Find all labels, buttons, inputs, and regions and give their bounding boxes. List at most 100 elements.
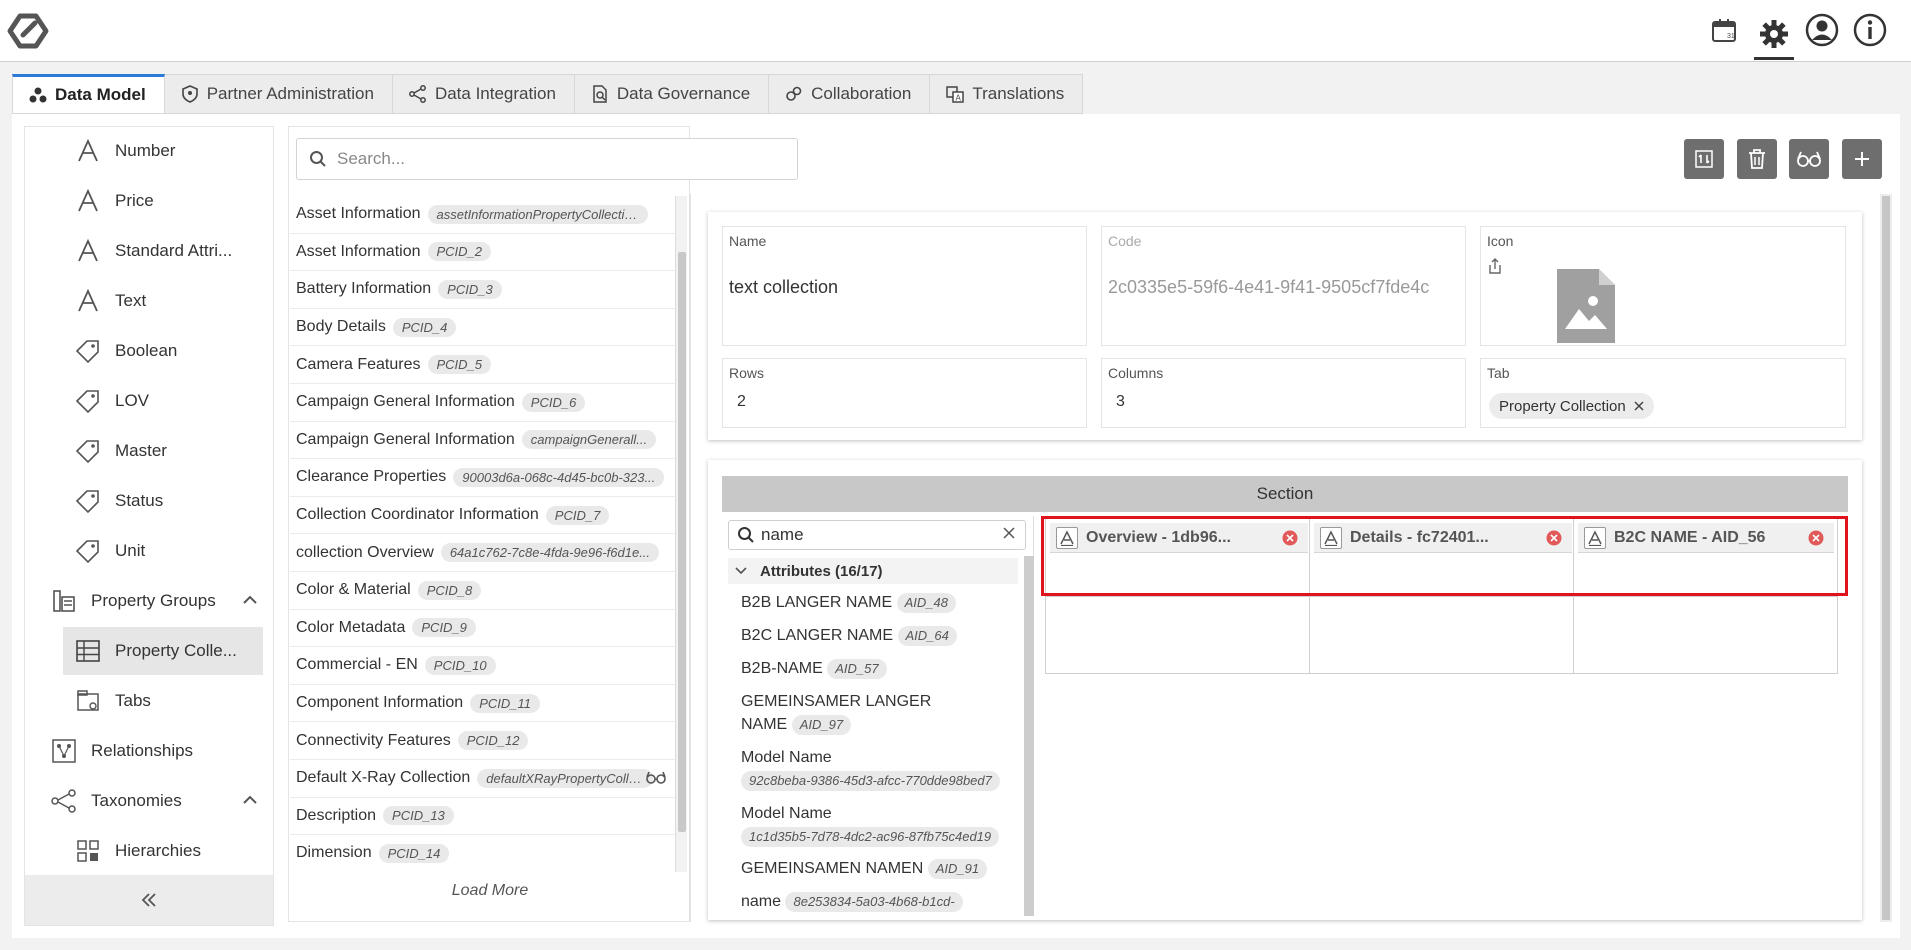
refresh-button[interactable] xyxy=(1684,139,1724,179)
list-item[interactable]: Asset Information PCID_2 xyxy=(290,234,675,272)
list-item[interactable]: Component Information PCID_11 xyxy=(290,685,675,723)
sidebar-item-status[interactable]: Status xyxy=(25,477,273,525)
tab-data-governance[interactable]: Data Governance xyxy=(574,74,770,114)
grid-cell[interactable] xyxy=(1574,597,1837,673)
tab-data-integration[interactable]: Data Integration xyxy=(392,74,575,114)
collapse-sidebar-button[interactable] xyxy=(25,875,273,925)
close-icon[interactable] xyxy=(1634,398,1644,415)
load-more-button[interactable]: Load More xyxy=(290,874,690,908)
xray-button[interactable] xyxy=(1789,139,1829,179)
sidebar-item-master[interactable]: Master xyxy=(25,427,273,475)
attribute-item[interactable]: name 8e253834-5a03-4b68-b1cd- xyxy=(741,890,1011,916)
sidebar-item-price[interactable]: Price xyxy=(25,177,273,225)
attribute-search xyxy=(728,520,1026,550)
sidebar-item-property-groups[interactable]: Property Groups xyxy=(25,577,273,625)
sidebar-item-label: Taxonomies xyxy=(91,791,182,810)
tab-translations[interactable]: A Translations xyxy=(930,74,1084,114)
upload-icon[interactable] xyxy=(1487,257,1503,280)
sidebar-item-hierarchies[interactable]: Hierarchies xyxy=(25,827,273,875)
list-item[interactable]: Body Details PCID_4 xyxy=(290,309,675,347)
chevron-up-icon[interactable] xyxy=(241,591,259,614)
attributes-group-header[interactable]: Attributes (16/17) xyxy=(728,558,1018,584)
clear-icon[interactable] xyxy=(1003,526,1015,544)
list-item[interactable]: Connectivity Features PCID_12 xyxy=(290,722,675,760)
app-logo[interactable] xyxy=(6,10,52,52)
section-header: Section xyxy=(722,476,1848,512)
collection-details-card: Name text collection Code 2c0335e5-59f6-… xyxy=(708,212,1862,440)
chevron-up-icon[interactable] xyxy=(241,791,259,814)
info-icon[interactable] xyxy=(1850,10,1890,50)
add-button[interactable] xyxy=(1842,139,1882,179)
scrollbar-thumb[interactable] xyxy=(1882,196,1890,920)
list-item[interactable]: Default X-Ray Collection defaultXRayPrope… xyxy=(290,760,675,798)
delete-button[interactable] xyxy=(1737,139,1777,179)
sidebar-item-unit[interactable]: Unit xyxy=(25,527,273,575)
list-item[interactable]: Collection Coordinator Information PCID_7 xyxy=(290,497,675,535)
list-scrollbar[interactable] xyxy=(675,196,687,872)
sidebar-item-lov[interactable]: LOV xyxy=(25,377,273,425)
list-item[interactable]: Battery Information PCID_3 xyxy=(290,271,675,309)
code-chip: 92c8beba-9386-45d3-afcc-770dde98bed7 xyxy=(741,771,1000,791)
rows-field[interactable]: Rows 2 xyxy=(722,358,1087,428)
list-item[interactable]: Campaign General Information PCID_6 xyxy=(290,384,675,422)
sidebar-item-property-collections[interactable]: Property Colle... xyxy=(63,627,263,675)
list-item[interactable]: collection Overview 64a1c762-7c8e-4fda-9e… xyxy=(290,534,675,572)
sidebar-item-taxonomies[interactable]: Taxonomies xyxy=(25,777,273,825)
svg-text:31: 31 xyxy=(1727,33,1735,40)
list-item[interactable]: Description PCID_13 xyxy=(290,798,675,836)
section-slot[interactable]: Overview - 1db96... xyxy=(1050,523,1308,553)
code-value: 2c0335e5-59f6-4e41-9f41-9505cf7fde4c xyxy=(1108,277,1430,297)
list-item[interactable]: Color Metadata PCID_9 xyxy=(290,610,675,648)
tab-chip: Property Collection xyxy=(1489,393,1654,419)
glasses-icon xyxy=(1797,151,1821,167)
attribute-scrollbar[interactable] xyxy=(1024,556,1034,916)
sidebar-item-label: Hierarchies xyxy=(115,841,201,860)
remove-icon[interactable] xyxy=(1282,530,1298,551)
list-item[interactable]: Camera Features PCID_5 xyxy=(290,346,675,384)
sidebar-item-tabs[interactable]: Tabs xyxy=(25,677,273,725)
sidebar-item-label: Status xyxy=(115,491,164,510)
attribute-item[interactable]: Model Name 92c8beba-9386-45d3-afcc-770dd… xyxy=(741,746,1011,792)
attribute-item[interactable]: B2B-NAME AID_57 xyxy=(741,657,1011,680)
tag-icon xyxy=(73,536,103,566)
detail-scrollbar[interactable] xyxy=(1880,194,1892,922)
sidebar-item-relationships[interactable]: Relationships xyxy=(25,727,273,775)
table-grid-icon xyxy=(73,636,103,666)
scrollbar-thumb[interactable] xyxy=(678,252,686,832)
attribute-item[interactable]: B2C LANGER NAME AID_64 xyxy=(741,624,1011,647)
attribute-item[interactable]: GEMEINSAMEN NAMEN AID_91 xyxy=(741,857,1011,880)
search-input[interactable] xyxy=(337,149,777,169)
tab-field[interactable]: Tab Property Collection xyxy=(1480,358,1846,428)
list-item[interactable]: Color & Material PCID_8 xyxy=(290,572,675,610)
attribute-search-input[interactable] xyxy=(761,525,997,545)
attribute-item[interactable]: GEMEINSAMER LANGER NAME AID_97 xyxy=(741,690,941,736)
columns-field[interactable]: Columns 3 xyxy=(1101,358,1466,428)
section-slot[interactable]: Details - fc72401... xyxy=(1314,523,1572,553)
remove-icon[interactable] xyxy=(1808,530,1824,551)
list-item[interactable]: Dimension PCID_14 xyxy=(290,835,675,872)
tab-data-model[interactable]: Data Model xyxy=(12,74,165,114)
sidebar-item-text[interactable]: Text xyxy=(25,277,273,325)
tab-partner-administration[interactable]: Partner Administration xyxy=(164,74,393,114)
sidebar-item-boolean[interactable]: Boolean xyxy=(25,327,273,375)
sidebar-item-number[interactable]: Number xyxy=(25,127,273,175)
user-account-icon[interactable] xyxy=(1802,10,1842,50)
tab-collaboration[interactable]: Collaboration xyxy=(769,74,931,114)
xray-glasses-icon[interactable] xyxy=(645,769,667,790)
list-item[interactable]: Commercial - EN PCID_10 xyxy=(290,647,675,685)
sidebar-item-standard-attributes[interactable]: Standard Attri... xyxy=(25,227,273,275)
grid-cell[interactable] xyxy=(1310,597,1574,673)
sidebar-item-label: Number xyxy=(115,141,176,160)
attribute-item[interactable]: B2B LANGER NAME AID_48 xyxy=(741,591,1011,614)
list-item[interactable]: Campaign General Information campaignGene… xyxy=(290,422,675,460)
grid-cell[interactable] xyxy=(1046,597,1310,673)
list-item[interactable]: Clearance Properties 90003d6a-068c-4d45-b… xyxy=(290,459,675,497)
gear-icon[interactable] xyxy=(1754,10,1794,60)
calendar-icon[interactable]: 31 xyxy=(1704,10,1744,50)
remove-icon[interactable] xyxy=(1546,530,1562,551)
name-field[interactable]: Name text collection xyxy=(722,226,1087,346)
sidebar-item-label: Relationships xyxy=(91,741,194,760)
list-item[interactable]: Asset Information assetInformationPropert… xyxy=(290,196,675,234)
section-slot[interactable]: B2C NAME - AID_56 xyxy=(1578,523,1834,553)
attribute-item[interactable]: Model Name 1c1d35b5-7d78-4dc2-ac96-87fb7… xyxy=(741,802,1011,848)
